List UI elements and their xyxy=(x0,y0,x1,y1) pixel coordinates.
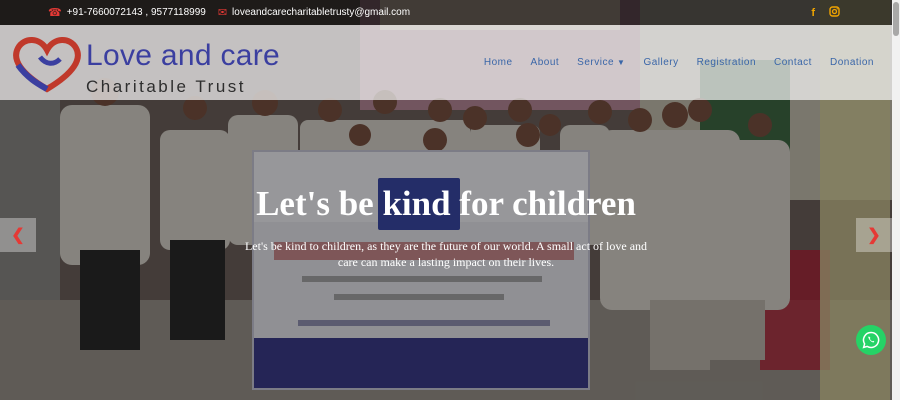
page-scrollbar[interactable] xyxy=(892,0,900,400)
envelope-icon: ✉ xyxy=(217,7,228,19)
scrollbar-thumb[interactable] xyxy=(893,2,899,36)
phone-icon: ☎ xyxy=(48,7,62,19)
logo-subtitle: Charitable Trust xyxy=(86,77,246,96)
nav-about[interactable]: About xyxy=(531,57,560,68)
whatsapp-button[interactable] xyxy=(856,325,886,355)
social-links: f xyxy=(811,0,840,25)
nav-contact[interactable]: Contact xyxy=(774,57,812,68)
email-contact[interactable]: ✉ loveandcarecharitabletrusty@gmail.com xyxy=(218,6,410,19)
email-address: loveandcarecharitabletrusty@gmail.com xyxy=(232,7,411,18)
carousel-next-button[interactable]: ❯ xyxy=(856,218,892,252)
logo-title: Love and care xyxy=(86,39,281,72)
top-contact-bar: ☎ +91-7660072143 , 9577118999 ✉ loveandc… xyxy=(0,0,892,25)
site-logo[interactable]: Love and care Charitable Trust xyxy=(8,33,298,96)
caret-down-icon: ▼ xyxy=(617,58,626,67)
chevron-right-icon: ❯ xyxy=(867,227,881,244)
whatsapp-icon xyxy=(862,331,880,349)
nav-service-label: Service xyxy=(577,57,615,68)
nav-home[interactable]: Home xyxy=(484,57,513,68)
facebook-icon[interactable]: f xyxy=(811,7,815,19)
nav-gallery[interactable]: Gallery xyxy=(643,57,678,68)
nav-registration[interactable]: Registration xyxy=(697,57,756,68)
main-nav: Home About Service ▼ Gallery Registration… xyxy=(466,25,874,100)
carousel-prev-button[interactable]: ❮ xyxy=(0,218,36,252)
phone-number: +91-7660072143 , 9577118999 xyxy=(66,7,206,18)
nav-donation[interactable]: Donation xyxy=(830,57,874,68)
chevron-left-icon: ❮ xyxy=(11,227,25,244)
hero-subtitle: Let's be kind to children, as they are t… xyxy=(244,239,648,269)
nav-service[interactable]: Service ▼ xyxy=(577,57,625,68)
hero-title: Let's be kind for children xyxy=(256,184,636,223)
heart-hands-logo-icon xyxy=(13,37,81,93)
site-header: Love and care Charitable Trust Home Abou… xyxy=(0,25,892,100)
instagram-icon[interactable] xyxy=(829,5,840,20)
phone-contact[interactable]: ☎ +91-7660072143 , 9577118999 xyxy=(48,6,206,19)
